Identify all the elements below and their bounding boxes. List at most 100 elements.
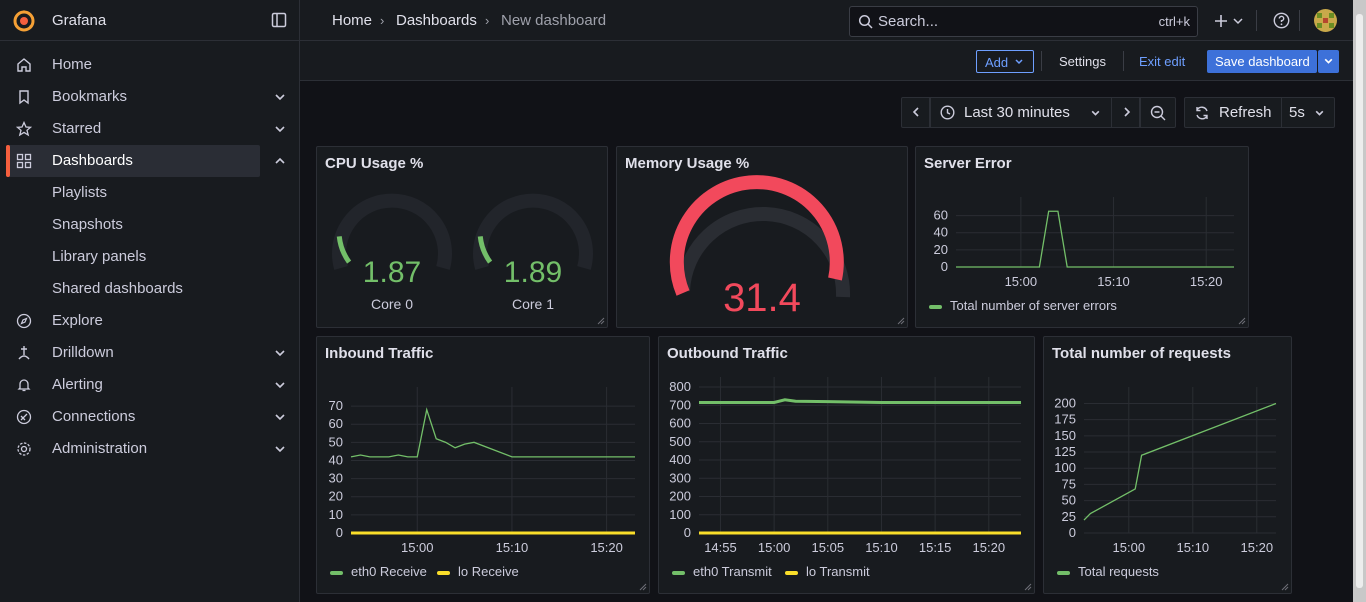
refresh-label: Refresh [1219,104,1272,121]
y-tick-label: 300 [669,470,691,485]
panel-server-error[interactable]: Server Error 0 20 40 60 15:00 15:10 15:20 Tota… [915,146,1249,328]
time-back-button[interactable] [901,97,930,128]
gauge-value: 1.87 [363,256,421,289]
settings-button[interactable]: Settings [1059,54,1106,69]
y-tick-label: 150 [1054,428,1076,443]
help-icon[interactable] [1273,12,1290,29]
sidebar-item-explore[interactable]: Explore [0,305,300,337]
refresh-button[interactable]: Refresh [1184,97,1282,128]
chevron-down-icon[interactable] [273,378,287,392]
connections-icon [16,409,32,425]
save-options-button[interactable] [1318,50,1339,73]
sidebar-item-playlists[interactable]: Playlists [0,177,300,209]
legend-item[interactable]: eth0 Transmit [672,564,772,579]
panel-outbound-traffic[interactable]: Outbound Traffic 0 100 200 300 400 500 600 700 8… [658,336,1035,594]
legend-item[interactable]: Total requests [1057,564,1159,579]
sidebar-item-label: Explore [52,312,103,329]
sidebar-item-snapshots[interactable]: Snapshots [0,209,300,241]
resize-handle-icon[interactable] [1024,583,1032,591]
panel-total-requests[interactable]: Total number of requests 0 25 50 75 100 125 15… [1043,336,1292,594]
save-dashboard-button[interactable]: Save dashboard [1207,50,1317,73]
chevron-down-icon[interactable] [273,346,287,360]
resize-handle-icon[interactable] [1238,317,1246,325]
sidebar-item-connections[interactable]: Connections [0,401,300,433]
y-tick-label: 100 [669,507,691,522]
chevron-down-icon[interactable] [273,90,287,104]
sidebar-item-dashboards[interactable]: Dashboards [0,145,300,177]
legend-swatch [330,570,343,575]
sidebar-item-label: Bookmarks [52,88,128,105]
y-tick-label: 175 [1054,412,1076,427]
chevron-down-icon[interactable] [273,442,287,456]
divider [1256,10,1257,31]
dashboard-toolbar: Add Settings Exit edit Save dashboard [300,41,1353,81]
grafana-logo-icon[interactable] [12,9,36,33]
refresh-icon [1196,106,1208,120]
x-tick-label: 15:10 [1177,540,1210,555]
add-button[interactable]: Add [976,50,1034,73]
sidebar-item-alerting[interactable]: Alerting [0,369,300,401]
chevron-up-icon[interactable] [273,154,287,168]
panel-memory-usage[interactable]: Memory Usage % 31.4 [616,146,908,328]
active-indicator [6,145,10,177]
y-tick-label: 50 [1062,493,1076,508]
breadcrumb-dashboards[interactable]: Dashboards [396,12,477,29]
chevron-down-icon[interactable] [273,410,287,424]
avatar[interactable] [1314,9,1337,32]
scrollbar[interactable] [1353,0,1366,602]
sidebar-item-label: Shared dashboards [52,280,183,297]
breadcrumb-home[interactable]: Home [332,12,372,29]
legend-item[interactable]: lo Transmit [785,564,870,579]
legend-label: lo Transmit [806,564,870,579]
resize-handle-icon[interactable] [639,583,647,591]
series-line [956,210,1234,268]
y-tick-label: 0 [336,525,343,540]
time-forward-button[interactable] [1111,97,1140,128]
time-range-picker[interactable]: Last 30 minutes [930,97,1112,128]
panel-cpu-usage[interactable]: CPU Usage % 1.87 Core 0 1.89 Core 1 [316,146,608,328]
outbound-traffic-chart: 0 100 200 300 400 500 600 700 800 14:55 15:00 15:05… [669,377,1021,555]
compass-icon [16,313,32,329]
save-dashboard-label: Save dashboard [1215,54,1310,69]
resize-handle-icon[interactable] [897,317,905,325]
sidebar-item-home[interactable]: Home [0,49,300,81]
sidebar-item-library-panels[interactable]: Library panels [0,241,300,273]
resize-handle-icon[interactable] [597,317,605,325]
y-tick-label: 600 [669,416,691,431]
dock-menu-icon[interactable] [271,12,287,28]
sidebar-item-label: Drilldown [52,344,114,361]
legend-item[interactable]: Total number of server errors [929,298,1117,313]
scrollbar-thumb[interactable] [1356,14,1363,588]
sidebar-item-label: Administration [52,440,148,457]
y-tick-label: 10 [329,507,343,522]
refresh-interval-picker[interactable]: 5s [1281,97,1335,128]
active-highlight [6,145,260,177]
gauge-value: 31.4 [723,276,801,320]
chevron-down-icon[interactable] [273,122,287,136]
sidebar-item-bookmarks[interactable]: Bookmarks [0,81,300,113]
legend-label: Total number of server errors [950,298,1117,313]
sidebar-item-administration[interactable]: Administration [0,433,300,465]
sidebar-item-starred[interactable]: Starred [0,113,300,145]
legend-item[interactable]: eth0 Receive [330,564,427,579]
x-tick-label: 15:10 [1097,274,1130,289]
sidebar-item-shared-dashboards[interactable]: Shared dashboards [0,273,300,305]
zoom-out-button[interactable] [1140,97,1176,128]
app-name: Grafana [52,12,107,29]
search-placeholder: Search... [878,13,939,30]
panel-inbound-traffic[interactable]: Inbound Traffic 0 10 20 30 40 50 60 70 15:00 15:1… [316,336,650,594]
legend-item[interactable]: lo Receive [437,564,519,579]
plus-icon[interactable] [1213,13,1229,29]
sidebar-item-drilldown[interactable]: Drilldown [0,337,300,369]
time-range-label: Last 30 minutes [964,104,1070,121]
sidebar-item-label: Home [52,56,93,73]
search-input[interactable]: Search... ctrl+k [849,6,1198,37]
chevron-down-icon[interactable] [1232,15,1244,27]
exit-edit-button[interactable]: Exit edit [1139,54,1185,69]
legend-swatch [1057,570,1070,575]
resize-handle-icon[interactable] [1281,583,1289,591]
memory-gauge: 31.4 [669,175,851,320]
y-tick-label: 800 [669,379,691,394]
cpu-gauges: 1.87 Core 0 1.89 Core 1 [332,193,593,312]
sidebar-header: Grafana [0,0,300,41]
